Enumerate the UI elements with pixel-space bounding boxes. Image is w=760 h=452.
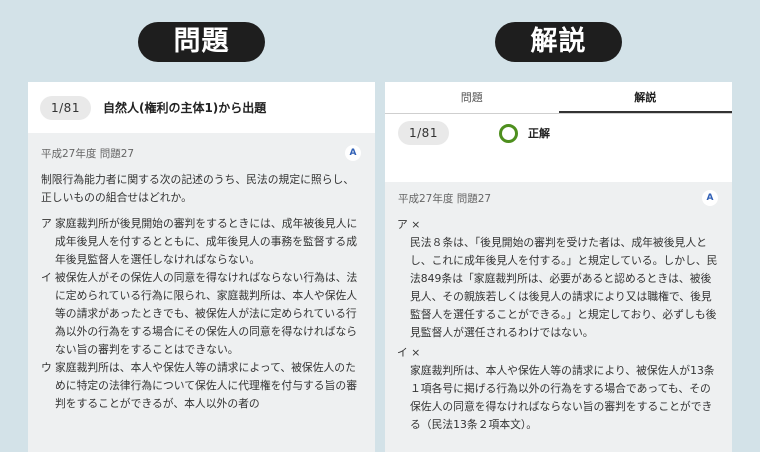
explanation-text: 民法８条は、「後見開始の審判を受けた者は、成年被後見人とし、これに成年後見人を付… xyxy=(410,236,718,339)
tab-explanation[interactable]: 解説 xyxy=(558,82,732,113)
label-explanation: 解説 xyxy=(495,22,622,62)
option-mark: イ xyxy=(41,271,52,284)
option-text: 家庭裁判所が後見開始の審判をするときには、成年被後見人に成年後見人を付するととも… xyxy=(55,217,358,266)
exam-year-label: 平成27年度 問題27 xyxy=(398,192,492,205)
explanation-body[interactable]: 平成27年度 問題27 A ア × 民法８条は、「後見開始の審判を受けた者は、成… xyxy=(385,182,732,452)
explanation-mark: ア × xyxy=(397,218,421,231)
explanation-panel: 問題 解説 1/81 正解 平成27年度 問題27 A ア × 民法８条は、「後… xyxy=(385,82,732,452)
exam-year-label: 平成27年度 問題27 xyxy=(41,147,135,160)
explanation-meta: 平成27年度 問題27 A xyxy=(385,190,732,206)
question-category-title: 自然人(権利の主体1)から出題 xyxy=(102,101,267,115)
option-mark: ウ xyxy=(41,361,52,374)
difficulty-badge: A xyxy=(345,145,361,161)
option-item: ア 家庭裁判所が後見開始の審判をするときには、成年被後見人に成年後見人を付すると… xyxy=(28,215,375,269)
explanation-text: 家庭裁判所は、本人や保佐人等の請求により、被保佐人が13条１項各号に掲げる行為以… xyxy=(410,364,715,431)
result-label: 正解 xyxy=(527,127,550,140)
tab-bar: 問題 解説 xyxy=(385,82,732,114)
question-header: 1/81 自然人(権利の主体1)から出題 xyxy=(28,82,375,133)
option-item: イ 被保佐人がその保佐人の同意を得なければならない行為は、法に定められている行為… xyxy=(28,269,375,359)
question-meta: 平成27年度 問題27 A xyxy=(28,145,375,161)
option-text: 家庭裁判所は、本人や保佐人等の請求によって、被保佐人のために特定の法律行為につい… xyxy=(55,361,357,410)
label-question: 問題 xyxy=(138,22,265,62)
option-item: ウ 家庭裁判所は、本人や保佐人等の請求によって、被保佐人のために特定の法律行為に… xyxy=(28,359,375,413)
explanation-mark: イ × xyxy=(397,346,421,359)
result-row: 1/81 正解 xyxy=(385,114,732,152)
difficulty-badge: A xyxy=(702,190,718,206)
correct-circle-icon xyxy=(498,123,518,143)
question-counter: 1/81 xyxy=(40,95,91,120)
question-text: 制限行為能力者に関する次の記述のうち、民法の規定に照らし、正しいものの組合せはど… xyxy=(41,173,355,204)
option-text: 被保佐人がその保佐人の同意を得なければならない行為は、法に定められている行為に限… xyxy=(55,271,358,356)
question-panel: 1/81 自然人(権利の主体1)から出題 平成27年度 問題27 A 制限行為能… xyxy=(28,82,375,452)
tab-question[interactable]: 問題 xyxy=(385,82,559,113)
question-body[interactable]: 平成27年度 問題27 A 制限行為能力者に関する次の記述のうち、民法の規定に照… xyxy=(28,133,375,452)
option-mark: ア xyxy=(41,217,52,230)
answer-counter: 1/81 xyxy=(398,121,449,145)
